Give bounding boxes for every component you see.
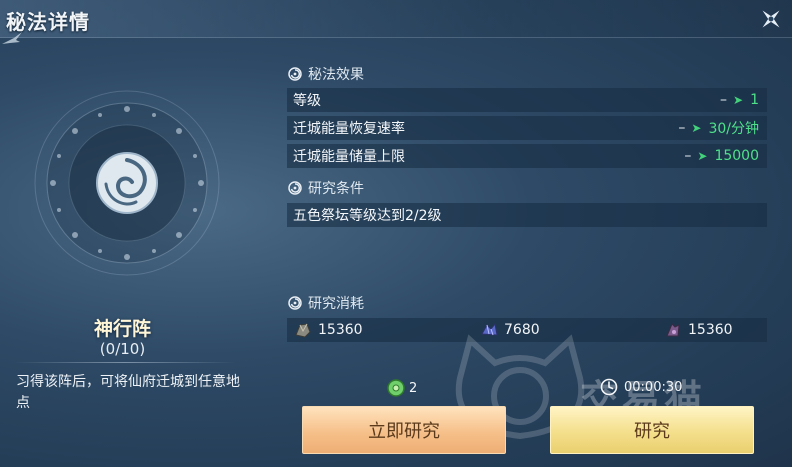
research-timer: 00:00:30 bbox=[600, 378, 682, 396]
effect-label: 迁城能量储量上限 bbox=[293, 149, 405, 165]
costs-heading-label: 研究消耗 bbox=[308, 296, 364, 312]
crystal-icon bbox=[481, 322, 498, 336]
jade-cost: 2 bbox=[386, 378, 417, 398]
costs-row: 15360 7680 15360 bbox=[287, 318, 767, 342]
research-time: 00:00:30 bbox=[624, 379, 683, 395]
jade-count: 2 bbox=[409, 380, 418, 396]
effects-heading-label: 秘法效果 bbox=[308, 67, 364, 83]
cost-amount: 15360 bbox=[318, 322, 363, 338]
condition-row: 五色祭坛等级达到2/2级 bbox=[287, 203, 767, 227]
swirl-bullet-icon bbox=[288, 67, 302, 81]
conditions-heading-label: 研究条件 bbox=[308, 181, 364, 197]
secret-art-level: (0/10) bbox=[99, 340, 146, 358]
divider bbox=[14, 362, 236, 363]
effect-row: 迁城能量恢复速率 – ➤ 30/分钟 bbox=[287, 116, 767, 140]
research-button[interactable]: 研究 bbox=[550, 406, 754, 454]
secret-art-description: 习得该阵后，可将仙府迁城到任意地点 bbox=[16, 374, 240, 411]
cost-amount: 15360 bbox=[688, 322, 733, 338]
arrow-right-icon: ➤ bbox=[733, 93, 744, 107]
effect-row: 等级 – ➤ 1 bbox=[287, 88, 767, 112]
effect-from: – bbox=[720, 92, 728, 108]
cost-amount: 7680 bbox=[504, 322, 540, 338]
effects-heading: 秘法效果 bbox=[288, 64, 364, 84]
effect-label: 迁城能量恢复速率 bbox=[293, 121, 405, 137]
ore-icon bbox=[295, 323, 311, 338]
costs-heading: 研究消耗 bbox=[288, 293, 364, 313]
arrow-right-icon: ➤ bbox=[697, 149, 708, 163]
conditions-heading: 研究条件 bbox=[288, 178, 364, 198]
condition-label: 五色祭坛等级达到2/2级 bbox=[293, 208, 442, 224]
research-label: 研究 bbox=[634, 421, 670, 442]
clock-icon bbox=[600, 378, 618, 396]
effect-to: 1 bbox=[750, 92, 759, 108]
bird-ornament-icon bbox=[2, 32, 22, 44]
effect-from: – bbox=[678, 120, 686, 136]
effect-label: 等级 bbox=[293, 93, 321, 109]
swirl-bullet-icon bbox=[288, 296, 302, 310]
swirl-bullet-icon bbox=[288, 181, 302, 195]
title-bar: 秘法详情 bbox=[0, 0, 792, 44]
cost-item: 15360 bbox=[293, 318, 363, 342]
close-icon[interactable] bbox=[756, 4, 786, 34]
cost-item: 7680 bbox=[479, 318, 540, 342]
instant-research-label: 立即研究 bbox=[368, 421, 440, 442]
arrow-right-icon: ➤ bbox=[691, 121, 702, 135]
secret-art-name: 神行阵 bbox=[93, 318, 151, 340]
effect-from: – bbox=[684, 148, 692, 164]
instant-research-button[interactable]: 立即研究 bbox=[302, 406, 506, 454]
effect-to: 15000 bbox=[714, 148, 759, 164]
jade-icon bbox=[387, 379, 405, 397]
wood-icon bbox=[666, 323, 680, 337]
effect-to: 30/分钟 bbox=[708, 121, 759, 137]
effect-row: 迁城能量储量上限 – ➤ 15000 bbox=[287, 144, 767, 168]
cost-item: 15360 bbox=[663, 318, 733, 342]
secret-art-emblem-icon bbox=[34, 90, 220, 276]
